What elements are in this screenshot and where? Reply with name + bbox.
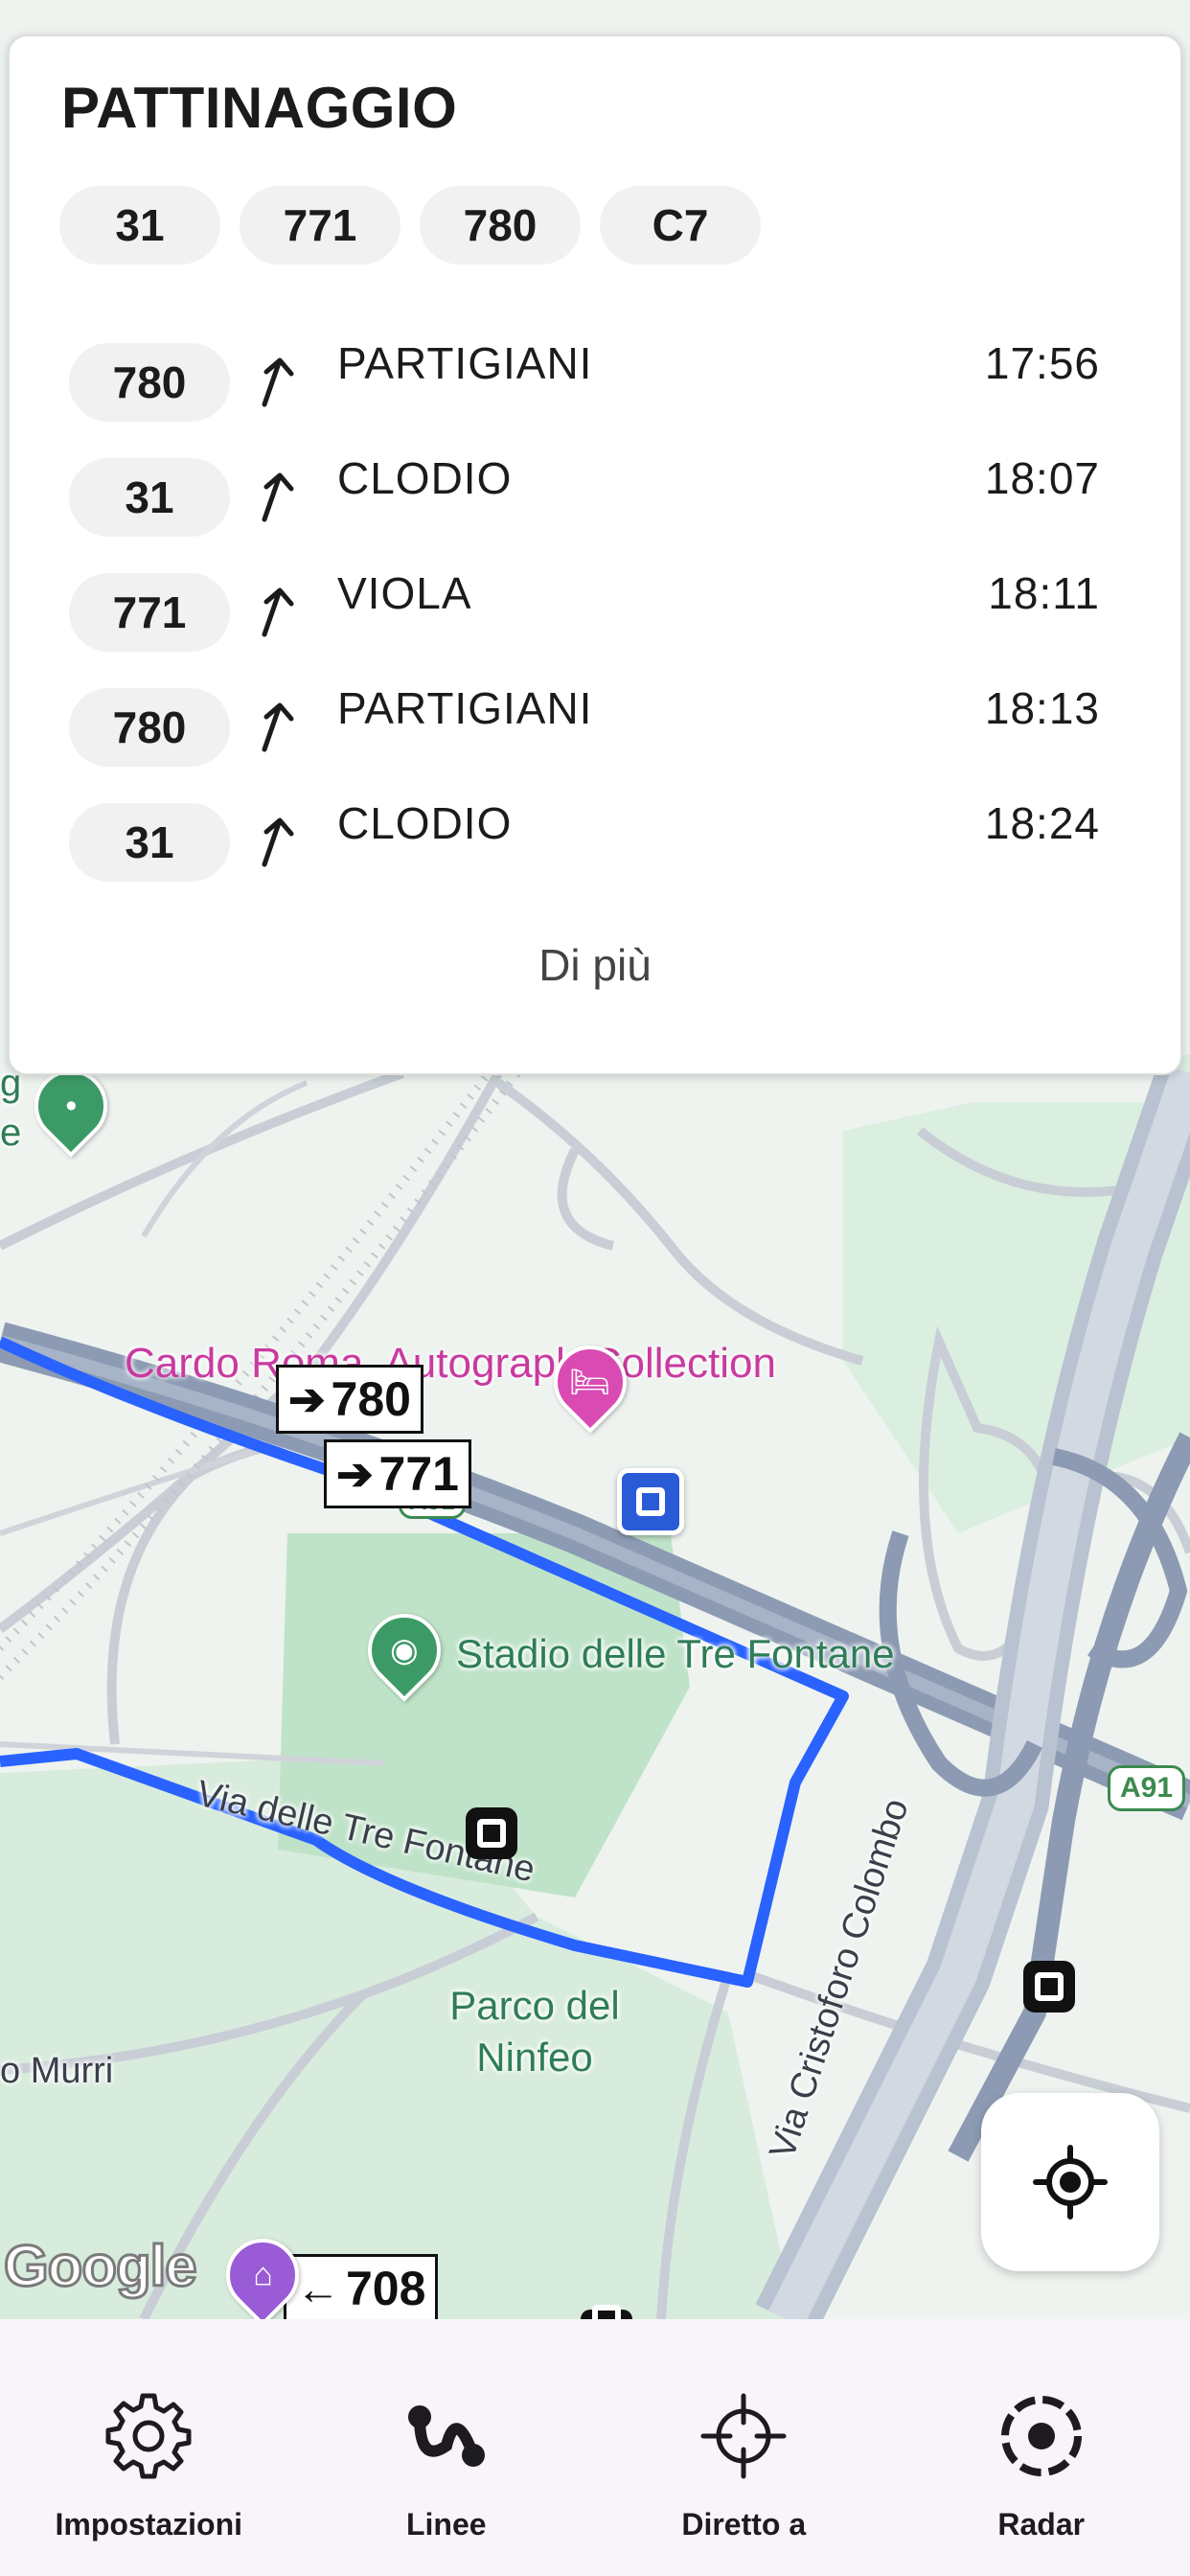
route-icon (407, 2405, 485, 2467)
departure-line-badge: 780 (69, 343, 230, 422)
departure-line-badge: 31 (69, 803, 230, 882)
crosshair-icon (700, 2393, 787, 2479)
stop-title: PATTINAGGIO (61, 76, 458, 140)
departure-row[interactable]: 31 CLODIO 18:07 (10, 453, 1180, 573)
bed-icon: 🛏 (569, 1364, 611, 1401)
departure-destination: CLODIO (337, 453, 513, 503)
departure-list: 780 PARTIGIANI 17:56 31 CLODIO 18:07 771… (10, 338, 1180, 918)
departure-line-badge: 31 (69, 458, 230, 537)
departure-row[interactable]: 771 VIOLA 18:11 (10, 568, 1180, 688)
stop-marker[interactable] (466, 1807, 517, 1859)
nav-item-lines[interactable]: Linee (298, 2319, 596, 2576)
departure-row[interactable]: 31 CLODIO 18:24 (10, 798, 1180, 918)
route-tag-label: 780 (331, 1372, 411, 1426)
place-icon: • (65, 1087, 77, 1124)
route-tag-771[interactable]: ➔ 771 (324, 1439, 471, 1508)
route-tag-708[interactable]: ← 708 (284, 2254, 439, 2319)
right-arrow-icon: ➔ (336, 1449, 374, 1499)
nav-label: Impostazioni (55, 2507, 243, 2542)
highway-shield: A91 (1108, 1765, 1186, 1811)
radar-icon (1000, 2396, 1082, 2476)
stop-departures-card: PATTINAGGIO 31 771 780 C7 780 PARTIGIANI… (8, 34, 1182, 1075)
nav-item-settings[interactable]: Impostazioni (0, 2319, 298, 2576)
google-attribution: Google (3, 2233, 199, 2300)
edge-label-e: e (0, 1112, 22, 1154)
departure-destination: VIOLA (337, 568, 472, 618)
line-chips: 31 771 780 C7 (59, 186, 761, 264)
line-chip[interactable]: 31 (59, 186, 220, 264)
direction-arrow-icon (262, 472, 294, 522)
nav-label: Radar (997, 2507, 1086, 2542)
departure-destination: PARTIGIANI (337, 683, 593, 733)
route-tag-label: 771 (378, 1447, 459, 1501)
park-label[interactable]: Parco del Ninfeo (439, 1980, 630, 2083)
nav-item-radar[interactable]: Radar (893, 2319, 1190, 2576)
route-tag-label: 708 (346, 2262, 426, 2315)
departure-row[interactable]: 780 PARTIGIANI 17:56 (10, 338, 1180, 458)
nav-label: Diretto a (681, 2507, 807, 2542)
left-arrow-icon: ← (296, 2264, 340, 2313)
my-location-icon (1033, 2145, 1108, 2220)
more-button[interactable]: Di più (10, 939, 1180, 991)
right-arrow-icon: ➔ (288, 1374, 326, 1424)
direction-arrow-icon (262, 357, 294, 407)
nav-label: Linee (405, 2507, 487, 2542)
departure-time: 18:24 (984, 798, 1100, 848)
monument-icon: ⌂ (252, 2256, 273, 2293)
bottom-navigation: Impostazioni Linee Diretto a Radar (0, 2319, 1190, 2576)
stadium-label[interactable]: Stadio delle Tre Fontane (456, 1631, 895, 1677)
departure-destination: CLODIO (337, 798, 513, 848)
gear-icon (105, 2393, 192, 2479)
line-chip[interactable]: 780 (420, 186, 581, 264)
direction-arrow-icon (262, 817, 294, 867)
departure-destination: PARTIGIANI (337, 338, 593, 388)
hotel-label[interactable]: Cardo Roma, Autograph Collection (125, 1338, 776, 1390)
stop-marker[interactable] (581, 2310, 632, 2319)
stop-marker[interactable] (1023, 1961, 1075, 2012)
departure-time: 18:07 (984, 453, 1100, 503)
departure-line-badge: 771 (69, 573, 230, 652)
departure-time: 18:11 (988, 568, 1100, 618)
route-tag-780[interactable]: ➔ 780 (276, 1365, 423, 1434)
selected-stop-marker[interactable] (617, 1468, 684, 1535)
departure-time: 18:13 (984, 683, 1100, 733)
direction-arrow-icon (262, 587, 294, 637)
direction-arrow-icon (262, 702, 294, 752)
departure-line-badge: 780 (69, 688, 230, 767)
my-location-button[interactable] (981, 2093, 1159, 2271)
departure-time: 17:56 (984, 338, 1100, 388)
departure-row[interactable]: 780 PARTIGIANI 18:13 (10, 683, 1180, 803)
stadium-icon: ◉ (390, 1632, 419, 1669)
line-chip[interactable]: 771 (240, 186, 400, 264)
road-label-murri: o Murri (0, 2051, 114, 2091)
line-chip[interactable]: C7 (600, 186, 761, 264)
nav-item-direct[interactable]: Diretto a (595, 2319, 893, 2576)
